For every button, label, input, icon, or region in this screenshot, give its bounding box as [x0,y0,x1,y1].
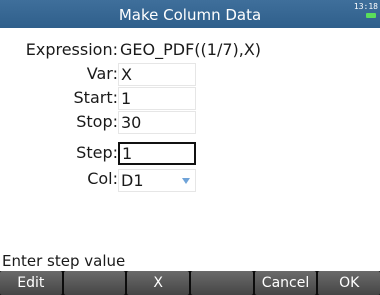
menu-bar: Edit X Cancel OK [0,271,380,295]
stop-row: Stop: 30 [0,111,380,135]
var-row: Var: X [0,63,380,87]
col-row: Col: D1 [0,169,380,193]
step-label: Step: [76,143,118,162]
expression-row: Expression: GEO_PDF((1/7),X) [0,39,380,63]
ok-button[interactable]: OK [318,271,380,295]
start-row: Start: 1 [0,87,380,111]
edit-button[interactable]: Edit [0,271,62,295]
battery-icon [366,13,376,18]
clock: 13:18 [353,2,378,11]
step-row: Step: 1 [0,142,380,168]
step-field[interactable]: 1 [118,142,196,165]
menu-slot-2[interactable] [63,271,126,295]
var-label: Var: [86,64,118,83]
stop-label: Stop: [76,112,118,131]
col-label: Col: [87,169,118,188]
page-title: Make Column Data [118,6,262,24]
stop-field[interactable]: 30 [118,111,196,134]
help-text: Enter step value [2,252,126,270]
start-field[interactable]: 1 [118,87,196,110]
start-label: Start: [73,88,118,107]
col-dropdown[interactable]: D1 [118,169,196,192]
expression-label: Expression: [25,40,118,59]
title-bar: Make Column Data 13:18 [0,0,380,28]
x-button[interactable]: X [127,271,190,295]
var-field[interactable]: X [118,63,196,86]
chevron-down-icon [182,178,190,184]
col-value: D1 [121,171,144,190]
expression-field[interactable]: GEO_PDF((1/7),X) [120,40,261,59]
menu-slot-4[interactable] [191,271,253,295]
cancel-button[interactable]: Cancel [254,271,317,295]
